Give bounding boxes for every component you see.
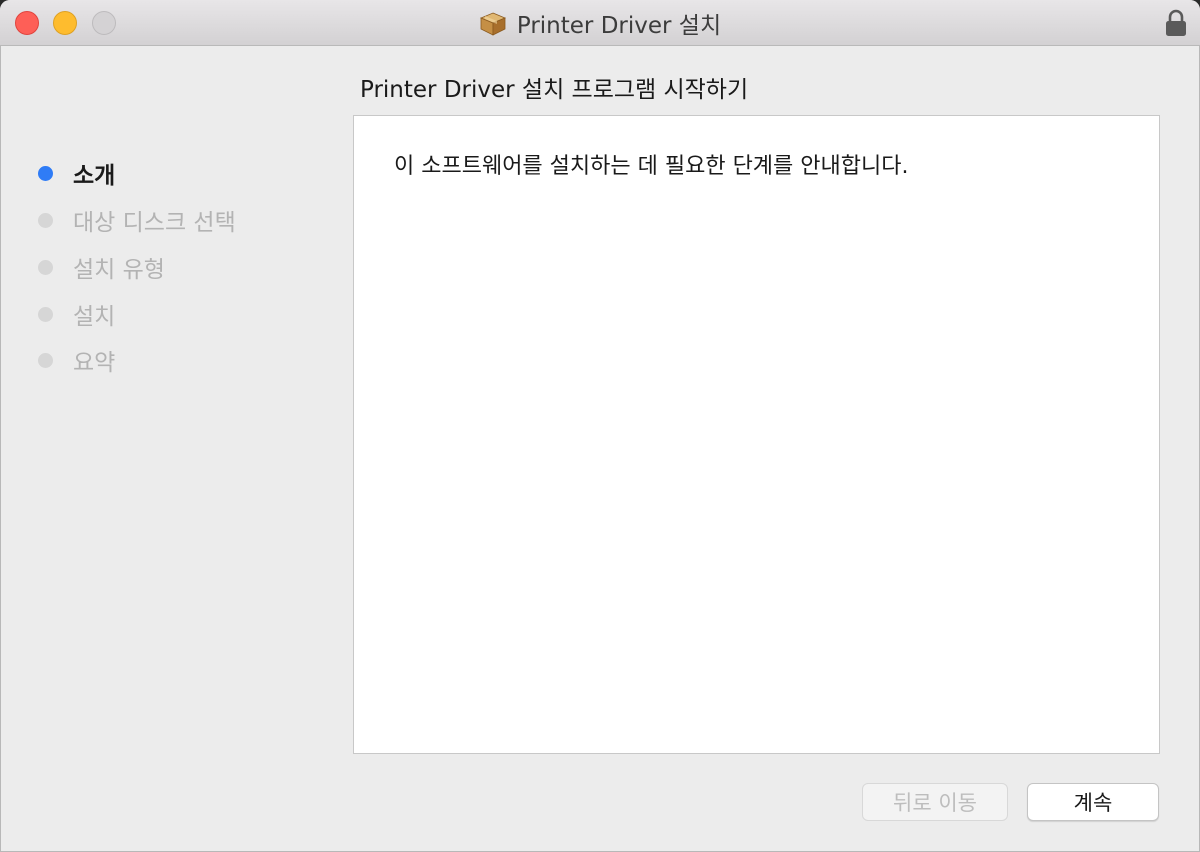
step-label: 소개: [73, 163, 116, 189]
go-back-button[interactable]: 뒤로 이동: [862, 783, 1008, 821]
step-summary: 요약: [38, 345, 116, 376]
step-dot-icon: [38, 259, 53, 275]
continue-button[interactable]: 계속: [1027, 783, 1159, 821]
title-bar[interactable]: Printer Driver 설치: [0, 0, 1200, 46]
step-installation: 설치: [38, 299, 116, 330]
page-heading: Printer Driver 설치 프로그램 시작하기: [360, 77, 749, 103]
step-introduction: 소개: [38, 158, 116, 189]
package-icon: [479, 12, 506, 36]
installer-window: Printer Driver 설치 소개 대상 디스크 선택 설치 유형 설치 …: [0, 0, 1200, 852]
step-destination: 대상 디스크 선택: [38, 205, 236, 236]
content-panel: 이 소프트웨어를 설치하는 데 필요한 단계를 안내합니다.: [353, 115, 1160, 754]
lock-icon[interactable]: [1164, 9, 1188, 37]
step-dot-icon: [38, 352, 53, 368]
step-label: 대상 디스크 선택: [73, 210, 236, 236]
step-label: 설치 유형: [73, 257, 165, 283]
step-dot-icon: [38, 306, 53, 322]
step-label: 요약: [73, 350, 116, 376]
window-title: Printer Driver 설치: [516, 12, 722, 39]
intro-text: 이 소프트웨어를 설치하는 데 필요한 단계를 안내합니다.: [394, 154, 909, 179]
window-title-group: Printer Driver 설치: [0, 0, 1200, 45]
step-installation-type: 설치 유형: [38, 252, 165, 283]
step-active-dot-icon: [38, 165, 53, 181]
step-label: 설치: [73, 304, 116, 330]
step-dot-icon: [38, 212, 53, 228]
